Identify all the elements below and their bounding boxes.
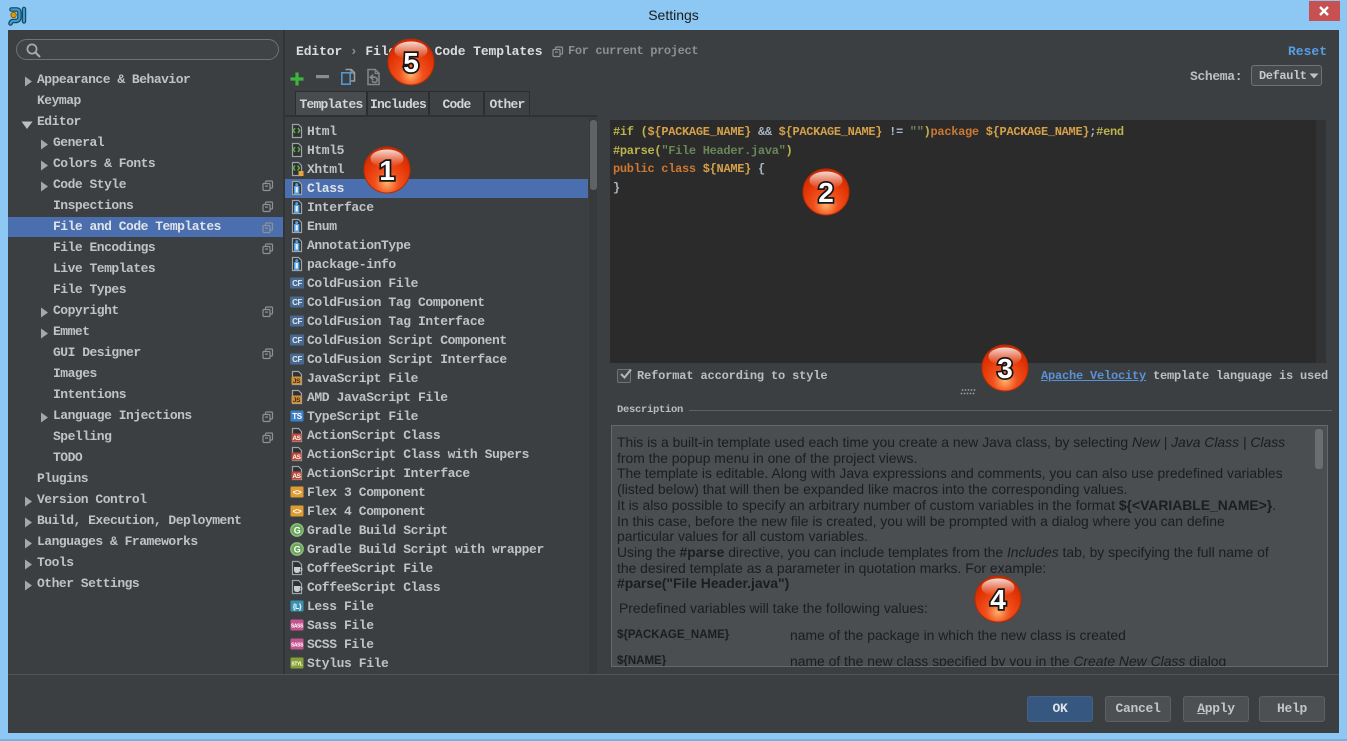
svg-text:<>: <> [293,507,302,516]
svg-text:1: 1 [379,155,395,186]
svg-text:3: 3 [997,353,1013,384]
svg-text:G: G [294,525,301,535]
svg-text:CF: CF [292,355,302,364]
svg-text:<>: <> [293,488,302,497]
svg-text:JS: JS [293,397,301,404]
svg-text:2: 2 [818,177,834,208]
svg-text:{L}: {L} [293,604,302,611]
svg-text:JS: JS [293,378,301,385]
svg-text:5: 5 [403,47,419,78]
svg-text:CF: CF [292,298,302,307]
svg-text:AS: AS [292,473,301,480]
svg-text:AS: AS [292,454,301,461]
svg-text:CF: CF [292,336,302,345]
svg-text:CF: CF [292,279,302,288]
svg-text:TS: TS [292,412,302,421]
svg-text:SASS: SASS [291,642,304,648]
svg-text:G: G [294,544,301,554]
svg-text:4: 4 [990,584,1006,615]
svg-text:CF: CF [292,317,302,326]
svg-text:STYL: STYL [291,661,303,667]
svg-text:SASS: SASS [291,623,304,629]
svg-text:AS: AS [292,435,301,442]
